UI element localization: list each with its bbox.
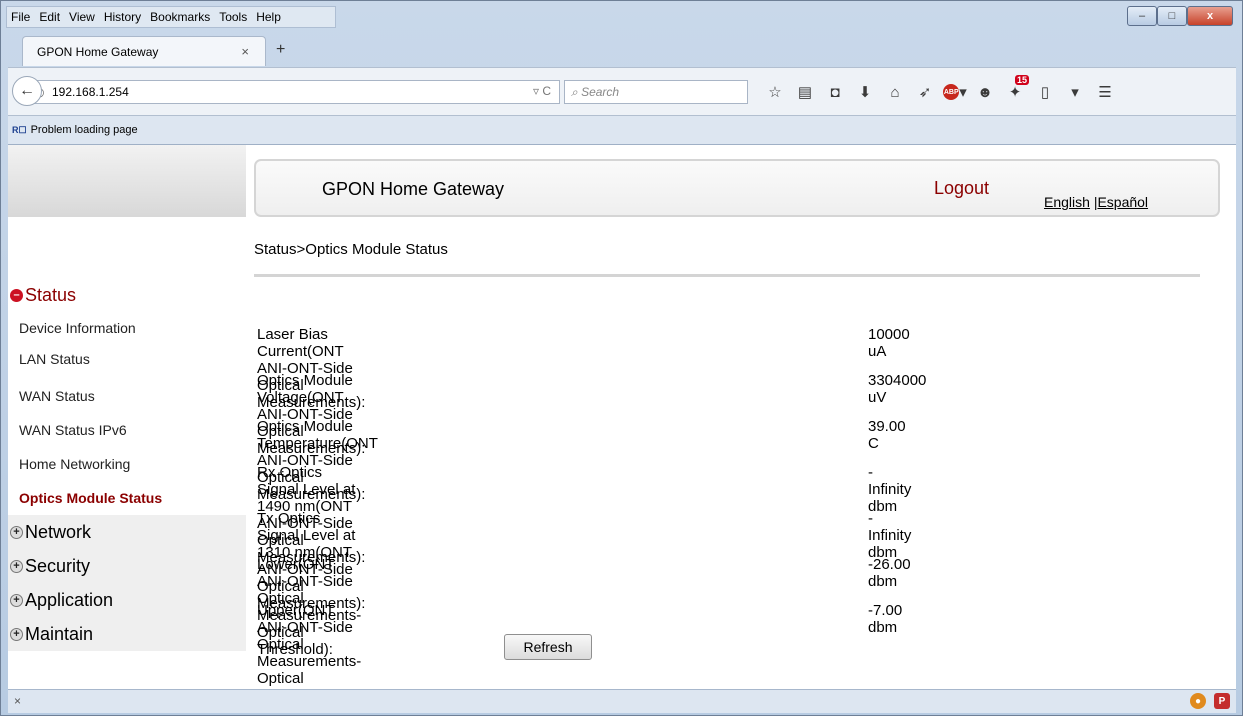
browser-window: File Edit View History Bookmarks Tools H… bbox=[0, 0, 1243, 716]
window-border bbox=[0, 0, 1243, 716]
